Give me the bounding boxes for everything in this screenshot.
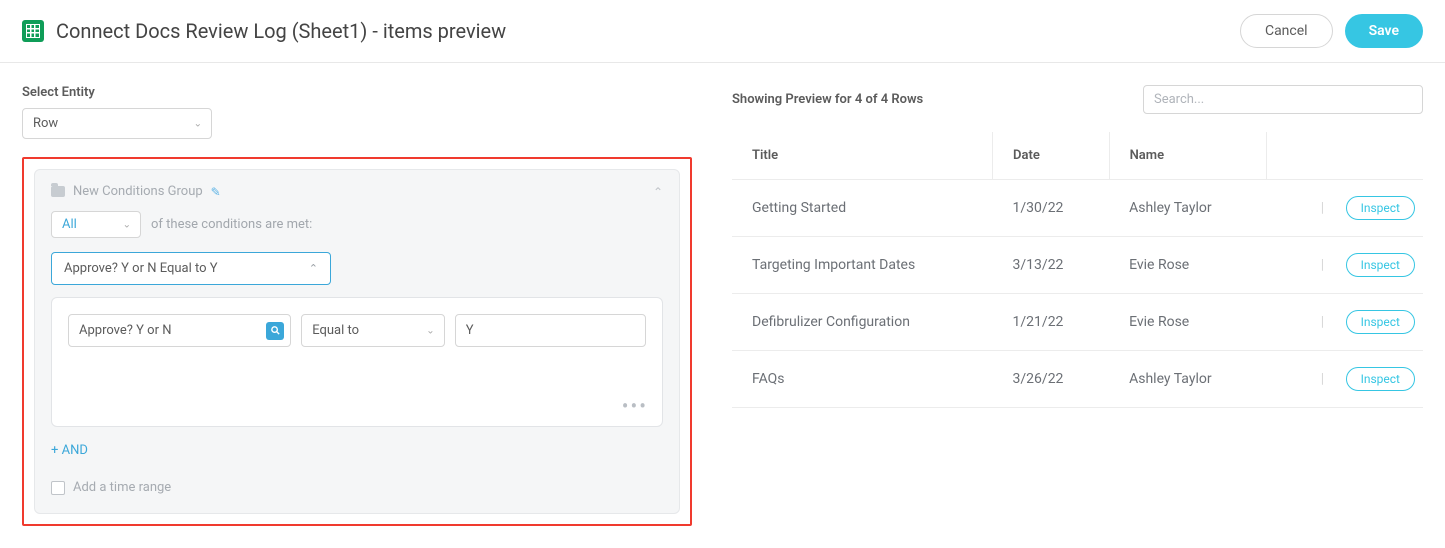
col-name: Name xyxy=(1109,132,1266,180)
folder-icon xyxy=(51,186,65,197)
cell-name: Ashley Taylor xyxy=(1109,180,1266,237)
cell-name: Evie Rose xyxy=(1109,237,1266,294)
condition-field-wrap xyxy=(68,314,291,347)
condition-operator-wrap: Equal to ⌄ xyxy=(301,314,444,347)
header-left: Connect Docs Review Log (Sheet1) - items… xyxy=(22,19,506,43)
condition-field-input[interactable] xyxy=(68,314,291,347)
condition-editor: Equal to ⌄ ••• xyxy=(51,297,663,427)
col-actions xyxy=(1266,132,1423,180)
match-text: of these conditions are met: xyxy=(151,217,312,232)
cell-name: Ashley Taylor xyxy=(1109,351,1266,408)
group-header: New Conditions Group ✎ ⌃ xyxy=(51,184,663,199)
group-header-left: New Conditions Group ✎ xyxy=(51,184,221,199)
condition-editor-row: Equal to ⌄ xyxy=(68,314,646,347)
chevron-up-icon[interactable]: ⌃ xyxy=(653,185,663,199)
match-row: All ⌄ of these conditions are met: xyxy=(51,211,663,238)
right-panel: Showing Preview for 4 of 4 Rows Title Da… xyxy=(732,85,1423,408)
cell-date: 3/13/22 xyxy=(993,237,1110,294)
inspect-button[interactable]: Inspect xyxy=(1346,367,1415,391)
time-range-checkbox[interactable] xyxy=(51,481,65,495)
chevron-up-icon: ⌃ xyxy=(309,262,318,275)
table-header-row: Title Date Name xyxy=(732,132,1423,180)
cell-date: 1/21/22 xyxy=(993,294,1110,351)
main-content: Select Entity Row ⌄ New Conditions Group… xyxy=(0,63,1445,548)
col-title: Title xyxy=(732,132,993,180)
search-input[interactable] xyxy=(1143,85,1423,114)
cell-actions: | Inspect xyxy=(1266,351,1423,408)
cell-actions: | Inspect xyxy=(1266,180,1423,237)
preview-table: Title Date Name Getting Started 1/30/22 … xyxy=(732,132,1423,408)
divider-icon: | xyxy=(1321,371,1324,387)
header-actions: Cancel Save xyxy=(1240,14,1423,48)
cell-actions: | Inspect xyxy=(1266,237,1423,294)
cell-date: 1/30/22 xyxy=(993,180,1110,237)
group-title: New Conditions Group xyxy=(73,184,203,199)
add-and-button[interactable]: + AND xyxy=(51,443,88,458)
time-range-row: Add a time range xyxy=(51,480,663,495)
cell-title: Defibrulizer Configuration xyxy=(732,294,993,351)
cell-title: FAQs xyxy=(732,351,993,408)
table-row: Targeting Important Dates 3/13/22 Evie R… xyxy=(732,237,1423,294)
condition-value-wrap xyxy=(455,314,646,347)
more-icon[interactable]: ••• xyxy=(622,396,648,416)
entity-label: Select Entity xyxy=(22,85,692,100)
conditions-group: New Conditions Group ✎ ⌃ All ⌄ of these … xyxy=(34,169,680,514)
preview-heading: Showing Preview for 4 of 4 Rows xyxy=(732,92,923,107)
match-select[interactable]: All xyxy=(51,211,141,238)
inspect-button[interactable]: Inspect xyxy=(1346,196,1415,220)
condition-operator-select[interactable]: Equal to xyxy=(301,314,444,347)
divider-icon: | xyxy=(1321,257,1324,273)
save-button[interactable]: Save xyxy=(1345,14,1423,48)
sheets-icon xyxy=(22,20,44,42)
table-row: Getting Started 1/30/22 Ashley Taylor | … xyxy=(732,180,1423,237)
entity-select-wrap: Row ⌄ xyxy=(22,108,212,139)
app-header: Connect Docs Review Log (Sheet1) - items… xyxy=(0,0,1445,63)
inspect-button[interactable]: Inspect xyxy=(1346,253,1415,277)
condition-summary-text: Approve? Y or N Equal to Y xyxy=(64,261,218,276)
table-row: Defibrulizer Configuration 1/21/22 Evie … xyxy=(732,294,1423,351)
cell-name: Evie Rose xyxy=(1109,294,1266,351)
condition-value-input[interactable] xyxy=(455,314,646,347)
cell-title: Targeting Important Dates xyxy=(732,237,993,294)
match-select-wrap: All ⌄ xyxy=(51,211,141,238)
pencil-icon[interactable]: ✎ xyxy=(211,185,221,199)
time-range-label: Add a time range xyxy=(73,480,171,495)
col-date: Date xyxy=(993,132,1110,180)
conditions-highlight-box: New Conditions Group ✎ ⌃ All ⌄ of these … xyxy=(22,157,692,526)
table-row: FAQs 3/26/22 Ashley Taylor | Inspect xyxy=(732,351,1423,408)
entity-select[interactable]: Row xyxy=(22,108,212,139)
left-panel: Select Entity Row ⌄ New Conditions Group… xyxy=(22,85,692,526)
preview-header: Showing Preview for 4 of 4 Rows xyxy=(732,85,1423,114)
inspect-button[interactable]: Inspect xyxy=(1346,310,1415,334)
divider-icon: | xyxy=(1321,200,1324,216)
cell-title: Getting Started xyxy=(732,180,993,237)
condition-summary[interactable]: Approve? Y or N Equal to Y ⌃ xyxy=(51,252,331,285)
lookup-icon[interactable] xyxy=(266,322,284,340)
cancel-button[interactable]: Cancel xyxy=(1240,14,1333,48)
page-title: Connect Docs Review Log (Sheet1) - items… xyxy=(56,19,506,43)
cell-date: 3/26/22 xyxy=(993,351,1110,408)
divider-icon: | xyxy=(1321,314,1324,330)
cell-actions: | Inspect xyxy=(1266,294,1423,351)
